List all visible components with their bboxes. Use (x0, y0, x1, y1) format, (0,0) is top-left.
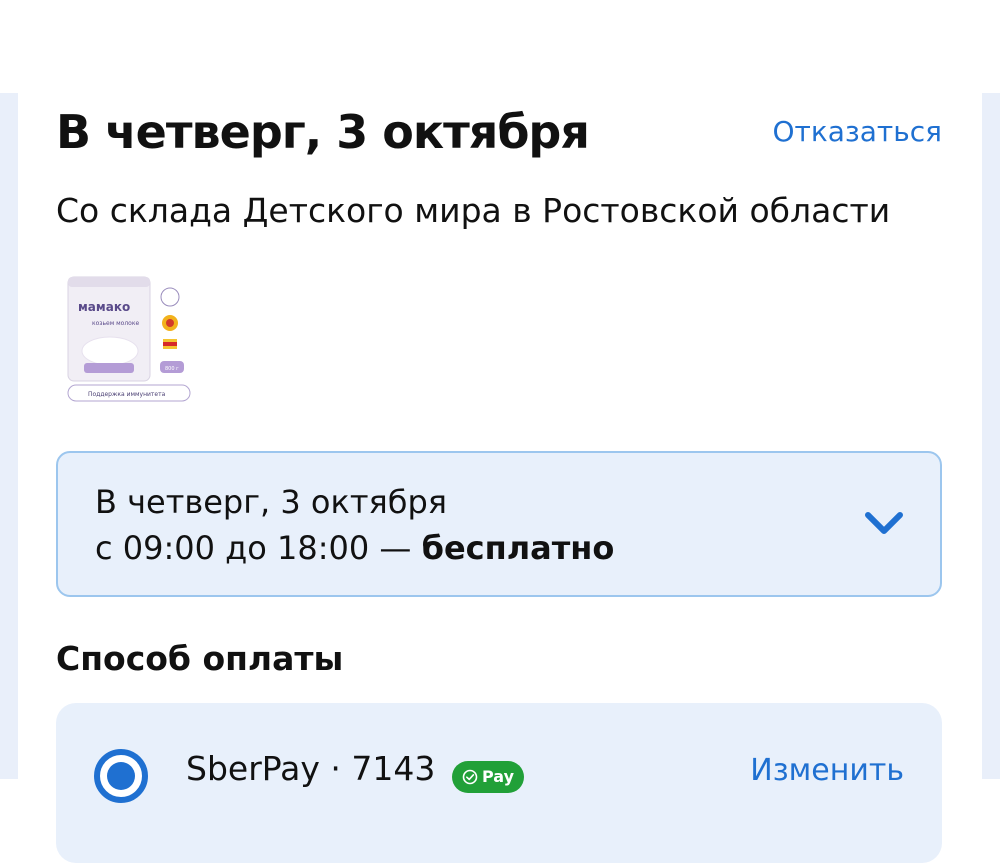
product-thumbnail[interactable]: мамако козьем молоке 800 г Поддержка имм… (62, 271, 196, 413)
delivery-date-title: В четверг, 3 октября (56, 105, 590, 159)
payment-method-title: Способ оплаты (56, 639, 344, 678)
slot-date: В четверг, 3 октября (95, 483, 447, 521)
warehouse-origin: Со склада Детского мира в Ростовской обл… (56, 191, 891, 230)
payment-radio[interactable] (94, 749, 148, 803)
delivery-slot-select[interactable]: В четверг, 3 октября с 09:00 до 18:00 — … (56, 451, 942, 597)
product-badge: Поддержка иммунитета (88, 391, 166, 398)
sberpay-badge-label: Pay (482, 767, 515, 786)
slot-price: бесплатно (421, 529, 615, 567)
product-name: козьем молоке (92, 320, 139, 327)
delivery-card: В четверг, 3 октября Отказаться Со склад… (18, 93, 982, 863)
chevron-down-icon (865, 512, 903, 534)
cancel-link[interactable]: Отказаться (772, 115, 942, 148)
product-brand: мамако (78, 300, 130, 314)
change-payment-link[interactable]: Изменить (750, 753, 904, 788)
slot-time: с 09:00 до 18:00 — бесплатно (95, 529, 614, 567)
payment-method-card[interactable]: SberPay · 7143 Pay Изменить (56, 703, 942, 863)
product-weight: 800 г (165, 366, 179, 372)
sberpay-badge: Pay (452, 761, 525, 793)
top-bar (0, 0, 1000, 93)
slot-time-range: с 09:00 до 18:00 — (95, 529, 422, 567)
check-circle-icon (462, 769, 478, 785)
formula-can-image: мамако козьем молоке 800 г Поддержка имм… (67, 276, 191, 402)
payment-method-name: SberPay · 7143 (186, 749, 436, 788)
